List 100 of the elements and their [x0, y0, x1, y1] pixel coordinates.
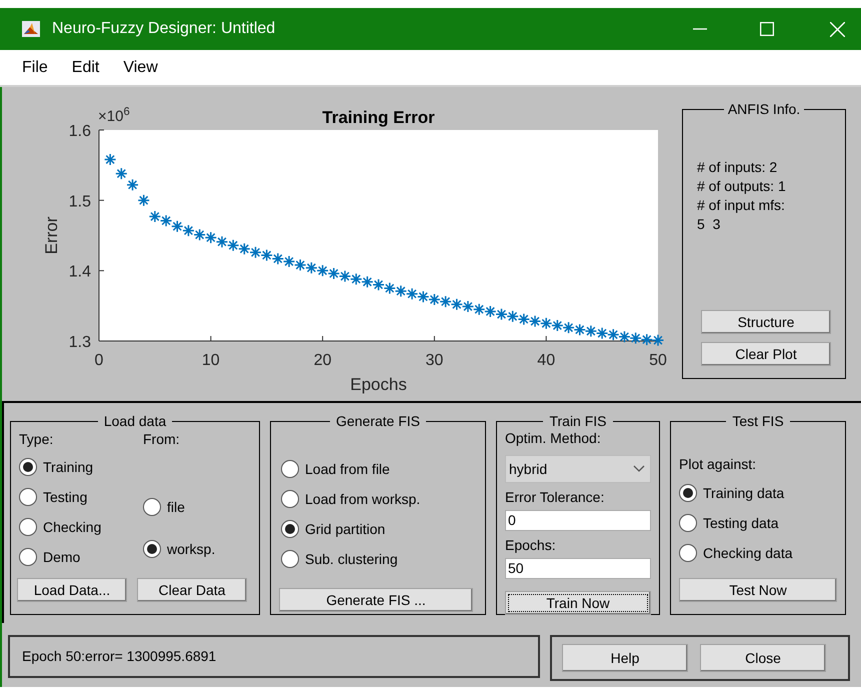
data-point [629, 332, 642, 344]
field-label: Epochs: [505, 536, 557, 555]
data-point [462, 300, 474, 313]
data-point [596, 327, 608, 340]
radio-button[interactable] [19, 488, 37, 506]
data-point [574, 324, 586, 336]
radio-label: Checking data [703, 544, 793, 563]
data-point [383, 282, 396, 294]
radio-button[interactable] [19, 548, 37, 566]
method-dropdown[interactable]: hybrid [505, 455, 651, 483]
tick-label: 1.5 [68, 193, 91, 210]
radio-label: Testing data [703, 514, 778, 533]
data-point [652, 334, 664, 347]
text-field[interactable]: 0 [505, 510, 651, 531]
radio-label: Load from file [305, 460, 390, 478]
axis-title: Error [42, 216, 61, 254]
data-point [148, 210, 162, 223]
panel-button[interactable]: Structure [701, 310, 831, 334]
panel-button[interactable]: Test Now [679, 578, 837, 602]
radio-button[interactable] [281, 490, 299, 508]
dialog-button[interactable]: Close [700, 644, 826, 672]
data-point [540, 317, 552, 330]
radio-button[interactable] [281, 460, 299, 478]
radio-label: Sub. clustering [305, 550, 398, 569]
data-point [484, 305, 497, 318]
data-point [562, 321, 575, 334]
panel-button[interactable]: Clear Plot [701, 342, 831, 366]
text-field[interactable]: 50 [505, 558, 651, 579]
radio-button[interactable] [281, 520, 299, 538]
data-point [328, 267, 340, 280]
tick-label: 1.3 [68, 334, 91, 351]
data-point [272, 252, 284, 265]
data-point [518, 312, 530, 326]
data-point [472, 303, 486, 316]
data-point [282, 255, 296, 268]
data-point [618, 330, 631, 344]
radio-label: Load from worksp. [305, 490, 420, 509]
data-point [338, 270, 352, 283]
radio-button[interactable] [19, 518, 37, 536]
group-label: Type: [19, 430, 54, 449]
app-icon [22, 21, 40, 37]
menu-item[interactable]: File [22, 56, 48, 80]
info-text: # of outputs: 1 [697, 177, 787, 196]
data-point [171, 220, 184, 233]
data-point [394, 284, 408, 298]
radio-button[interactable] [679, 514, 697, 532]
data-point [260, 248, 273, 262]
radio-button[interactable] [679, 484, 697, 502]
maximize-icon[interactable] [760, 22, 774, 36]
caret-icon [633, 465, 645, 473]
dialog-button[interactable]: Help [562, 644, 688, 672]
data-point [450, 298, 463, 311]
panel-title: Load data [102, 412, 168, 431]
tick-label: 0 [94, 352, 104, 369]
tick-label: 1.6 [68, 123, 91, 140]
radio-label: Training [43, 458, 94, 477]
data-point [439, 295, 452, 308]
radio-button[interactable] [281, 550, 299, 568]
data-point [115, 167, 128, 180]
data-point [316, 264, 329, 277]
info-text: 5 3 [697, 215, 722, 234]
radio-button[interactable] [143, 498, 161, 516]
data-point [249, 246, 262, 259]
chart-title: Training Error [322, 108, 435, 127]
data-point [406, 288, 418, 300]
radio-button[interactable] [679, 544, 697, 562]
data-point [104, 153, 116, 166]
panel-button[interactable]: Generate FIS ... [279, 588, 473, 612]
axis-multiplier: ×10$^{6}$ [98, 106, 130, 127]
data-point [551, 319, 564, 332]
data-point [216, 236, 228, 248]
field-label: Error Tolerance: [505, 488, 606, 507]
panel-button[interactable]: Load Data... [17, 578, 127, 602]
radio-button[interactable] [19, 458, 37, 476]
data-point [305, 262, 318, 274]
tick-label: 30 [426, 352, 444, 369]
radio-label: Grid partition [305, 520, 386, 539]
panel-button[interactable]: Clear Data [137, 578, 247, 602]
data-point [495, 308, 508, 321]
radio-label: worksp. [167, 540, 216, 559]
panel-title: Train FIS [548, 412, 608, 431]
radio-label: file [167, 498, 185, 516]
data-point [137, 194, 150, 207]
panel-button[interactable]: Train Now [505, 591, 651, 615]
panel-title: Test FIS [731, 412, 785, 431]
tick-label: 20 [314, 352, 332, 369]
menu-item[interactable]: Edit [72, 56, 100, 80]
radio-button[interactable] [143, 540, 161, 558]
axis-title: Epochs [350, 375, 407, 394]
data-point [182, 224, 195, 237]
close-icon[interactable] [830, 22, 845, 36]
menu-item[interactable]: View [123, 56, 158, 80]
field-label: Optim. Method: [505, 429, 602, 448]
radio-label: Testing [43, 488, 88, 507]
data-point [584, 324, 598, 338]
data-point [506, 310, 519, 323]
data-point [372, 278, 385, 291]
data-point [416, 290, 430, 303]
data-point [428, 293, 441, 306]
radio-label: Demo [43, 548, 80, 566]
